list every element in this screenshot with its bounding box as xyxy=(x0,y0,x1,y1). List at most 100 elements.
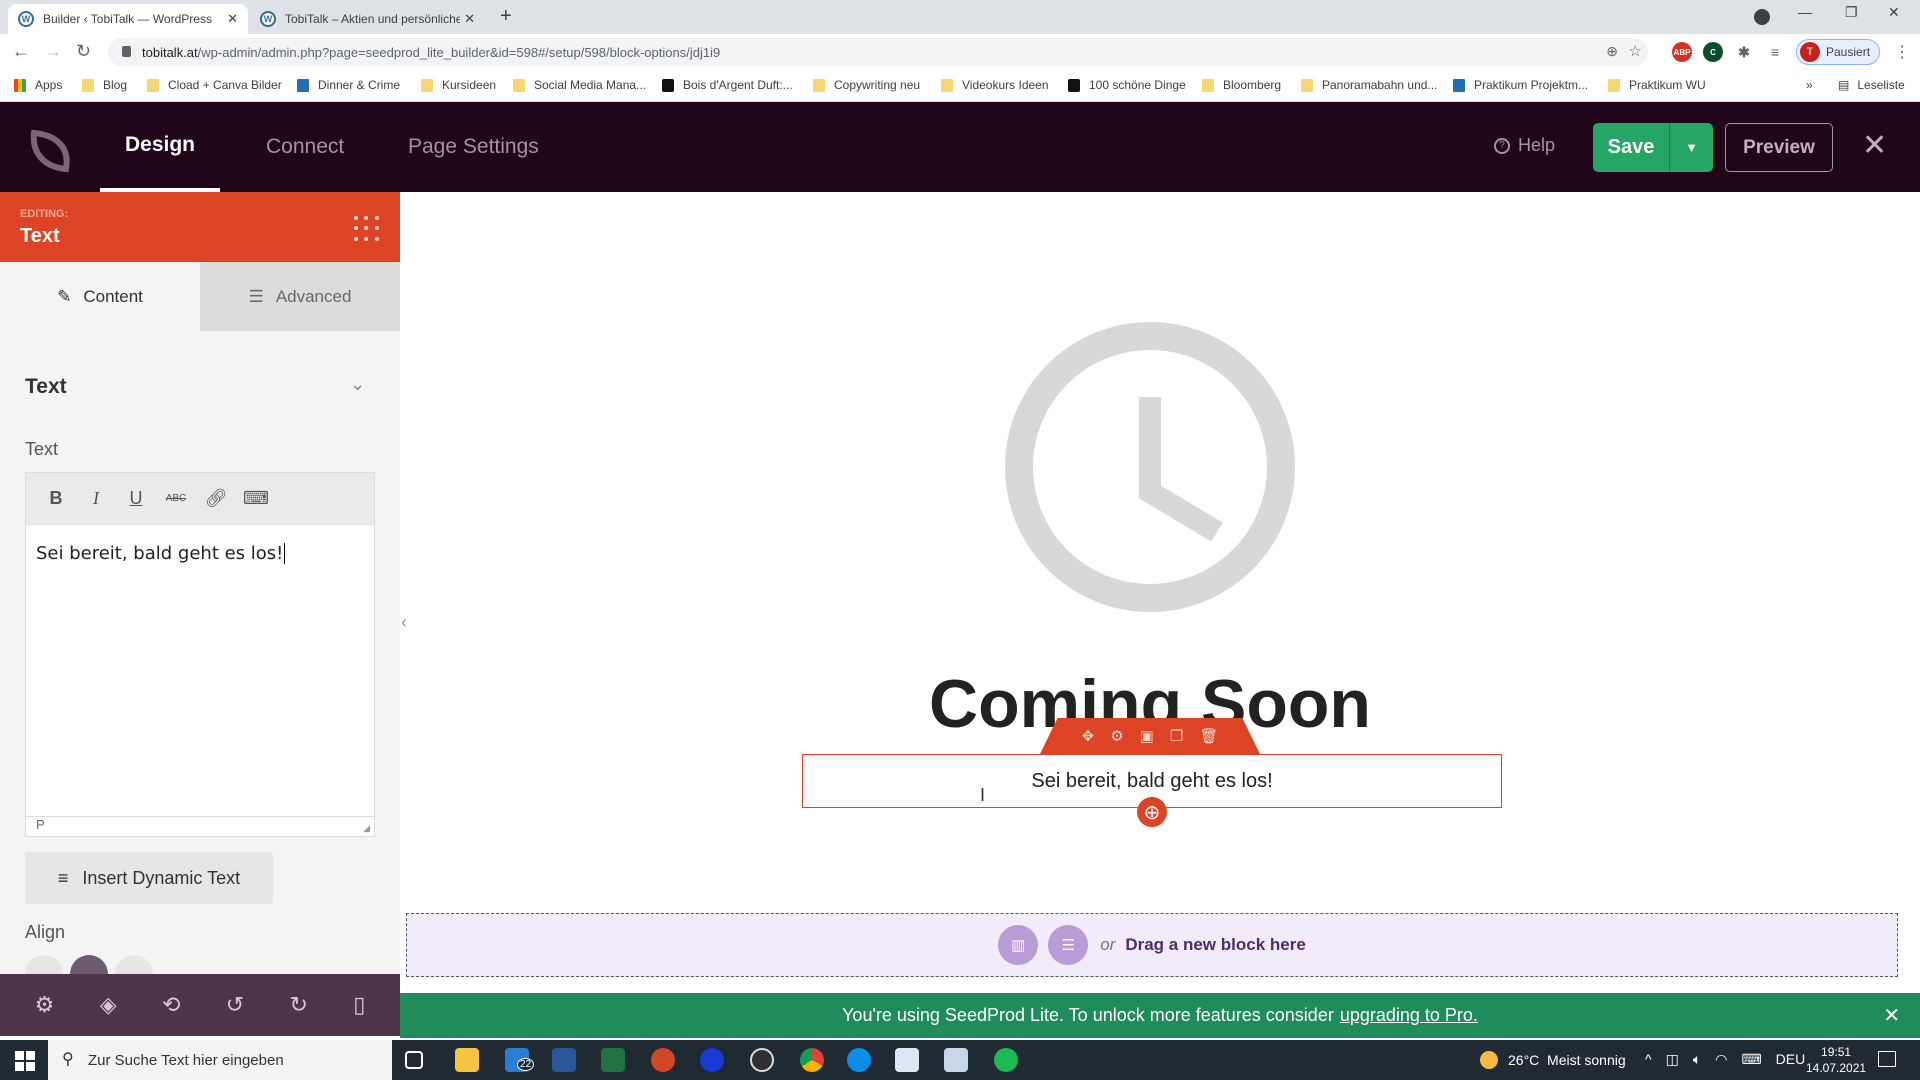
bookmark-item[interactable]: Praktikum Projektm... xyxy=(1453,78,1588,92)
adblock-icon[interactable]: ABP xyxy=(1672,42,1692,62)
redo-icon[interactable]: ↻ xyxy=(289,992,307,1018)
language-indicator[interactable]: DEU xyxy=(1776,1051,1806,1068)
wifi-icon[interactable]: ◠ xyxy=(1715,1051,1727,1068)
bookmark-star-icon[interactable]: ☆ xyxy=(1629,42,1642,60)
browser-tab-tobitalk[interactable]: W TobiTalk – Aktien und persönliche ✕ xyxy=(250,4,485,34)
grammarly-icon[interactable]: C xyxy=(1703,42,1723,62)
close-notice-icon[interactable]: ✕ xyxy=(1883,1003,1900,1028)
extensions-puzzle-icon[interactable]: ✱ xyxy=(1734,42,1754,62)
bookmark-item[interactable]: Bloomberg xyxy=(1202,78,1281,92)
reload-icon[interactable]: ↻ xyxy=(76,41,91,62)
excel-icon[interactable] xyxy=(601,1048,625,1072)
bookmark-item[interactable]: Bois d'Argent Duft:... xyxy=(662,78,793,92)
bookmark-item[interactable]: Dinner & Crime xyxy=(297,78,400,92)
add-block-button[interactable]: ⊕ xyxy=(1137,797,1167,827)
bookmark-apps[interactable]: Apps xyxy=(14,78,62,92)
block-dropzone[interactable]: ▥ ☰ or Drag a new block here xyxy=(406,913,1898,977)
bookmark-item[interactable]: Blog xyxy=(82,78,127,92)
nav-page-settings[interactable]: Page Settings xyxy=(408,102,539,192)
save-button[interactable]: Save xyxy=(1593,123,1670,172)
bookmark-item[interactable]: Panoramabahn und... xyxy=(1301,78,1437,92)
preview-button[interactable]: Preview xyxy=(1725,123,1833,172)
bookmark-item[interactable]: Copywriting neu xyxy=(813,78,920,92)
file-explorer-icon[interactable] xyxy=(455,1048,479,1072)
chevron-down-icon[interactable]: ⌄ xyxy=(350,374,365,395)
section-title[interactable]: Text xyxy=(25,375,67,399)
profile-button[interactable]: T Pausiert xyxy=(1796,39,1880,65)
editor-textarea[interactable]: Sei bereit, bald geht es los! xyxy=(26,525,374,815)
word-icon[interactable] xyxy=(552,1048,576,1072)
insert-dynamic-text-button[interactable]: ≡ Insert Dynamic Text xyxy=(25,852,273,904)
restore-button[interactable]: ❐ xyxy=(1845,4,1858,21)
tray-overflow-icon[interactable]: ^ xyxy=(1645,1051,1652,1068)
bookmark-item[interactable]: Praktikum WU xyxy=(1608,78,1706,92)
minimize-button[interactable]: — xyxy=(1798,4,1812,20)
layers-icon[interactable]: ◈ xyxy=(100,992,117,1018)
nav-connect[interactable]: Connect xyxy=(266,102,344,192)
close-tab-icon[interactable]: ✕ xyxy=(227,11,238,27)
link-icon[interactable]: 🔗︎ xyxy=(196,488,236,509)
volume-icon[interactable]: 🔈︎ xyxy=(1693,1051,1701,1068)
windows-start-icon[interactable] xyxy=(15,1051,35,1071)
forward-icon[interactable]: → xyxy=(44,41,62,62)
new-tab-button[interactable]: + xyxy=(500,5,512,28)
strikethrough-icon[interactable]: ABC xyxy=(156,493,196,504)
more-bookmarks-button[interactable]: » xyxy=(1806,78,1813,92)
tab-search-icon[interactable] xyxy=(1754,9,1770,25)
browser-menu-icon[interactable]: ⋮ xyxy=(1894,42,1910,62)
tab-content[interactable]: ✎ Content xyxy=(0,262,200,331)
move-icon[interactable]: ✥ xyxy=(1082,727,1095,745)
block-settings-icon[interactable]: ⚙ xyxy=(1110,727,1123,745)
close-tab-icon[interactable]: ✕ xyxy=(464,11,475,27)
underline-icon[interactable]: U xyxy=(116,488,156,509)
columns-icon[interactable]: ▥ xyxy=(998,925,1039,965)
bookmark-item[interactable]: Videokurs Ideen xyxy=(941,78,1049,92)
zoom-icon[interactable]: ⊕ xyxy=(1606,43,1618,60)
window-close-button[interactable]: ✕ xyxy=(1888,4,1900,21)
back-icon[interactable]: ← xyxy=(12,41,30,62)
nav-design[interactable]: Design xyxy=(100,102,221,192)
toolbar-toggle-icon[interactable]: ⌨ xyxy=(236,488,276,509)
duplicate-icon[interactable]: ❐ xyxy=(1170,727,1183,745)
resize-handle-icon[interactable]: ◢ xyxy=(363,823,370,834)
save-dropdown-button[interactable]: ▼ xyxy=(1670,123,1713,172)
settings-gear-icon[interactable]: ⚙ xyxy=(35,992,55,1018)
task-view-icon[interactable] xyxy=(405,1051,423,1069)
keyboard-icon[interactable]: ⌨ xyxy=(1741,1051,1761,1068)
help-button[interactable]: ? Help xyxy=(1494,135,1555,156)
powerpoint-icon[interactable] xyxy=(651,1048,675,1072)
taskbar-search-input[interactable]: ⚲ Zur Suche Text hier eingeben xyxy=(48,1040,392,1080)
edge-icon[interactable] xyxy=(847,1048,871,1072)
delete-icon[interactable]: 🗑︎ xyxy=(1199,727,1218,745)
notepad-icon[interactable] xyxy=(944,1048,968,1072)
url-input[interactable]: tobitalk.at /wp-admin/admin.php?page=see… xyxy=(108,38,1648,66)
bookmark-item[interactable]: Kursideen xyxy=(421,78,496,92)
mobile-preview-icon[interactable]: ▯ xyxy=(353,992,365,1018)
bookmark-item[interactable]: Social Media Mana... xyxy=(513,78,646,92)
mail-icon[interactable]: 22 xyxy=(505,1048,535,1072)
rows-icon[interactable]: ☰ xyxy=(1048,925,1089,965)
undo-icon[interactable]: ↺ xyxy=(226,992,244,1018)
spotify-icon[interactable] xyxy=(994,1048,1018,1072)
chrome-icon[interactable] xyxy=(800,1048,824,1072)
notification-center-icon[interactable] xyxy=(1878,1051,1896,1067)
collapse-sidebar-icon[interactable]: ‹ xyxy=(401,612,407,633)
bookmark-item[interactable]: Cload + Canva Bilder xyxy=(147,78,282,92)
taskbar-clock[interactable]: 19:51 14.07.2021 xyxy=(1806,1044,1866,1076)
bold-icon[interactable]: B xyxy=(36,488,76,509)
meet-now-icon[interactable]: ◫ xyxy=(1666,1051,1679,1068)
app-icon[interactable] xyxy=(895,1048,919,1072)
save-block-icon[interactable]: ▣ xyxy=(1140,727,1154,745)
upgrade-link[interactable]: upgrading to Pro. xyxy=(1340,1005,1478,1026)
media-queue-icon[interactable]: ≡ xyxy=(1765,42,1785,62)
close-builder-icon[interactable]: ✕ xyxy=(1862,128,1887,163)
reading-list-button[interactable]: ▤ Leseliste xyxy=(1838,78,1905,92)
obs-icon[interactable] xyxy=(750,1048,774,1072)
bookmark-item[interactable]: 100 schöne Dinge xyxy=(1068,78,1186,92)
revision-history-icon[interactable]: ⟲ xyxy=(162,992,180,1018)
weather-widget[interactable]: 26°C Meist sonnig xyxy=(1480,1051,1626,1069)
blocks-grid-icon[interactable] xyxy=(354,216,380,242)
tab-advanced[interactable]: ☰ Advanced xyxy=(200,262,400,331)
audacity-icon[interactable] xyxy=(700,1048,724,1072)
browser-tab-builder[interactable]: W Builder ‹ TobiTalk — WordPress ✕ xyxy=(8,4,248,34)
